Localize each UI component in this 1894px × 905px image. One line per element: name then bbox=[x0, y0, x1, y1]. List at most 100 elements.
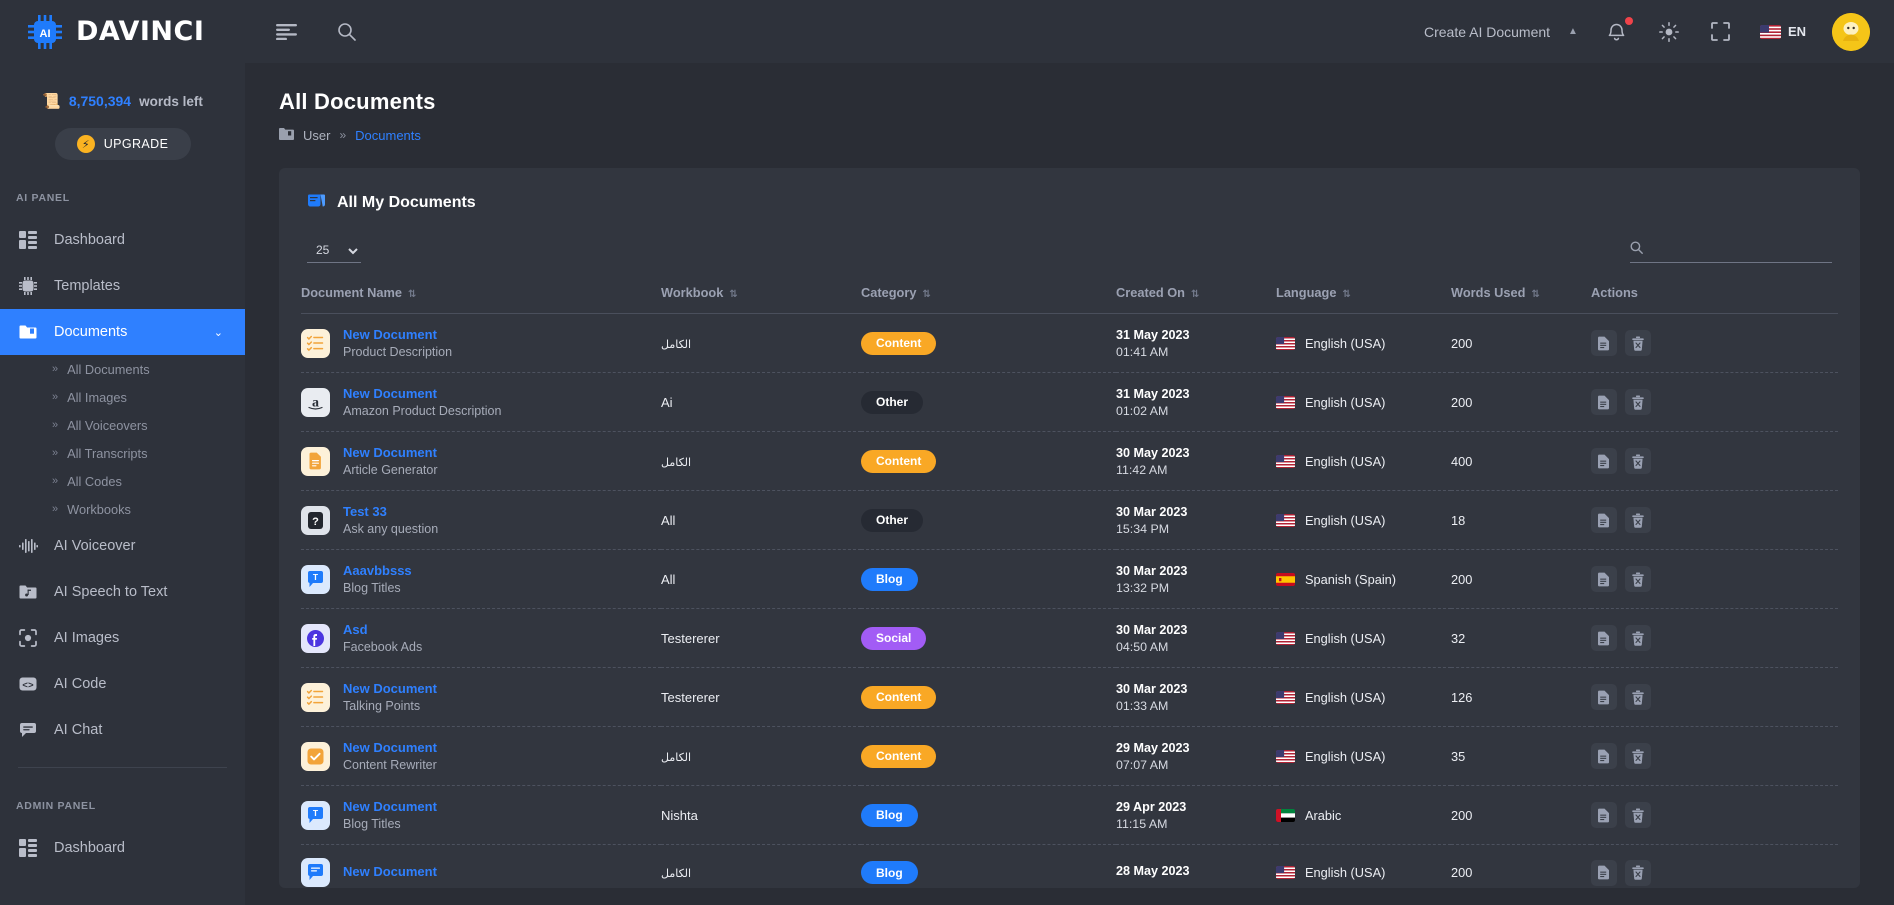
cell-created-on: 30 Mar 2023 01:33 AM bbox=[1116, 668, 1276, 727]
trash-delete-icon[interactable] bbox=[1625, 625, 1651, 651]
column-header-category[interactable]: Category ⇅ bbox=[861, 285, 1116, 314]
trash-delete-icon[interactable] bbox=[1625, 330, 1651, 356]
document-copy-icon[interactable] bbox=[1591, 859, 1617, 886]
trash-delete-icon[interactable] bbox=[1625, 684, 1651, 710]
document-name-link[interactable]: New Document bbox=[343, 864, 437, 879]
column-header-workbook[interactable]: Workbook ⇅ bbox=[661, 285, 861, 314]
trash-delete-icon[interactable] bbox=[1625, 448, 1651, 474]
document-name-link[interactable]: New Document bbox=[343, 327, 452, 342]
cell-words-used: 35 bbox=[1451, 727, 1591, 786]
column-header-words-used[interactable]: Words Used ⇅ bbox=[1451, 285, 1591, 314]
document-copy-icon[interactable] bbox=[1591, 566, 1617, 592]
trash-delete-icon[interactable] bbox=[1625, 389, 1651, 415]
brand[interactable]: AI DAVINCI bbox=[0, 0, 245, 63]
document-copy-icon[interactable] bbox=[1591, 743, 1617, 769]
cell-actions bbox=[1591, 668, 1838, 727]
sidebar-item-label: Templates bbox=[54, 278, 121, 294]
sidebar-item-label: AI Speech to Text bbox=[54, 584, 168, 600]
flag-usa-icon bbox=[1276, 866, 1295, 879]
search-box[interactable] bbox=[1630, 241, 1832, 263]
trash-delete-icon[interactable] bbox=[1625, 507, 1651, 533]
cell-workbook: Testererer bbox=[661, 668, 861, 727]
created-date: 30 Mar 2023 bbox=[1116, 504, 1188, 519]
table-header-row: Document Name ⇅ Workbook ⇅ Category ⇅ Creat… bbox=[301, 285, 1838, 314]
words-used-value: 32 bbox=[1451, 630, 1466, 646]
trash-delete-icon[interactable] bbox=[1625, 802, 1651, 828]
search-icon[interactable] bbox=[333, 19, 359, 45]
cell-actions bbox=[1591, 373, 1838, 432]
document-name-link[interactable]: Test 33 bbox=[343, 504, 438, 519]
document-name-link[interactable]: Aaavbbsss bbox=[343, 563, 412, 578]
sidebar-item-ai-speech-to-text[interactable]: AI Speech to Text bbox=[0, 569, 245, 615]
breadcrumb-root[interactable]: User bbox=[303, 128, 330, 143]
chevron-right-double-icon: » bbox=[52, 475, 59, 487]
flag-uae-icon bbox=[1276, 808, 1295, 822]
created-date: 30 May 2023 bbox=[1116, 445, 1190, 460]
document-copy-icon[interactable] bbox=[1591, 507, 1617, 533]
sidebar-item-dashboard[interactable]: Dashboard bbox=[0, 217, 245, 263]
upgrade-button[interactable]: ⚡ UPGRADE bbox=[54, 128, 191, 160]
sidebar-subitem-all-documents[interactable]: » All Documents bbox=[0, 355, 245, 383]
created-time: 01:02 AM bbox=[1116, 403, 1169, 418]
sidebar-item-templates[interactable]: Templates bbox=[0, 263, 245, 309]
cell-workbook: Ai bbox=[661, 373, 861, 432]
sidebar-item-documents[interactable]: Documents ⌄ bbox=[0, 309, 245, 355]
column-header-language[interactable]: Language ⇅ bbox=[1276, 285, 1451, 314]
sidebar-item-admin-dashboard[interactable]: Dashboard bbox=[0, 825, 245, 871]
avatar[interactable] bbox=[1832, 12, 1870, 51]
document-name-link[interactable]: New Document bbox=[343, 681, 437, 696]
chevron-up-icon[interactable]: ▲ bbox=[1568, 26, 1578, 37]
cell-words-used: 200 bbox=[1451, 550, 1591, 609]
sun-icon[interactable] bbox=[1656, 19, 1682, 45]
scroll-icon: 📜 bbox=[42, 93, 61, 110]
document-copy-icon[interactable] bbox=[1591, 684, 1617, 710]
document-name-link[interactable]: New Document bbox=[343, 799, 437, 814]
document-copy-icon[interactable] bbox=[1591, 802, 1617, 828]
trash-delete-icon[interactable] bbox=[1625, 566, 1651, 592]
words-used-value: 200 bbox=[1451, 865, 1473, 880]
column-header-document-name[interactable]: Document Name ⇅ bbox=[301, 285, 661, 314]
language-value: English (USA) bbox=[1305, 689, 1386, 705]
breadcrumb-current[interactable]: Documents bbox=[355, 128, 421, 143]
create-ai-document-button[interactable]: Create AI Document bbox=[1424, 24, 1550, 40]
search-input[interactable] bbox=[1649, 243, 1832, 257]
document-name-link[interactable]: New Document bbox=[343, 386, 501, 401]
table-row: New Document Content Rewriter الكامل Conten… bbox=[301, 727, 1838, 786]
category-badge: Content bbox=[861, 685, 937, 709]
language-value: English (USA) bbox=[1305, 630, 1386, 646]
page-length-select[interactable]: 102550100 bbox=[307, 240, 361, 263]
breadcrumb: User » Documents bbox=[279, 127, 1860, 143]
trash-delete-icon[interactable] bbox=[1625, 743, 1651, 769]
bell-icon[interactable] bbox=[1604, 16, 1633, 45]
document-subtitle: Content Rewriter bbox=[343, 758, 437, 772]
sidebar-subitem-all-voiceovers[interactable]: » All Voiceovers bbox=[0, 411, 245, 439]
fullscreen-icon[interactable] bbox=[1708, 19, 1734, 45]
sidebar-item-ai-chat[interactable]: AI Chat bbox=[0, 707, 245, 753]
language-selector[interactable]: EN bbox=[1759, 24, 1806, 39]
app-root: AI DAVINCI 📜 8,750,394 words left ⚡ UPGR… bbox=[0, 0, 1894, 905]
sidebar-item-ai-images[interactable]: AI Images bbox=[0, 615, 245, 661]
hamburger-menu-icon[interactable] bbox=[273, 19, 299, 45]
sidebar-item-ai-voiceover[interactable]: AI Voiceover bbox=[0, 523, 245, 569]
document-copy-icon[interactable] bbox=[1591, 389, 1617, 415]
sidebar-item-ai-code[interactable]: <> AI Code bbox=[0, 661, 245, 707]
cell-actions bbox=[1591, 491, 1838, 550]
trash-delete-icon[interactable] bbox=[1625, 859, 1651, 886]
created-time: 07:07 AM bbox=[1116, 757, 1169, 772]
sidebar-subitem-all-images[interactable]: » All Images bbox=[0, 383, 245, 411]
document-name-link[interactable]: New Document bbox=[343, 445, 437, 460]
document-name-link[interactable]: Asd bbox=[343, 622, 422, 637]
sidebar-subitem-workbooks[interactable]: » Workbooks bbox=[0, 495, 245, 523]
topbar: Create AI Document ▲ EN bbox=[245, 0, 1894, 63]
document-copy-icon[interactable] bbox=[1591, 330, 1617, 356]
document-copy-icon[interactable] bbox=[1591, 625, 1617, 651]
sidebar-subitem-all-transcripts[interactable]: » All Transcripts bbox=[0, 439, 245, 467]
document-copy-icon[interactable] bbox=[1591, 448, 1617, 474]
created-time: 11:42 AM bbox=[1116, 462, 1168, 477]
document-name-link[interactable]: New Document bbox=[343, 740, 437, 755]
flag-usa-icon bbox=[1276, 749, 1295, 763]
column-header-created-on[interactable]: Created On ⇅ bbox=[1116, 285, 1276, 314]
sidebar-subitem-all-codes[interactable]: » All Codes bbox=[0, 467, 245, 495]
chevron-right-double-icon: » bbox=[52, 391, 59, 403]
cell-workbook: Testererer bbox=[661, 609, 861, 668]
